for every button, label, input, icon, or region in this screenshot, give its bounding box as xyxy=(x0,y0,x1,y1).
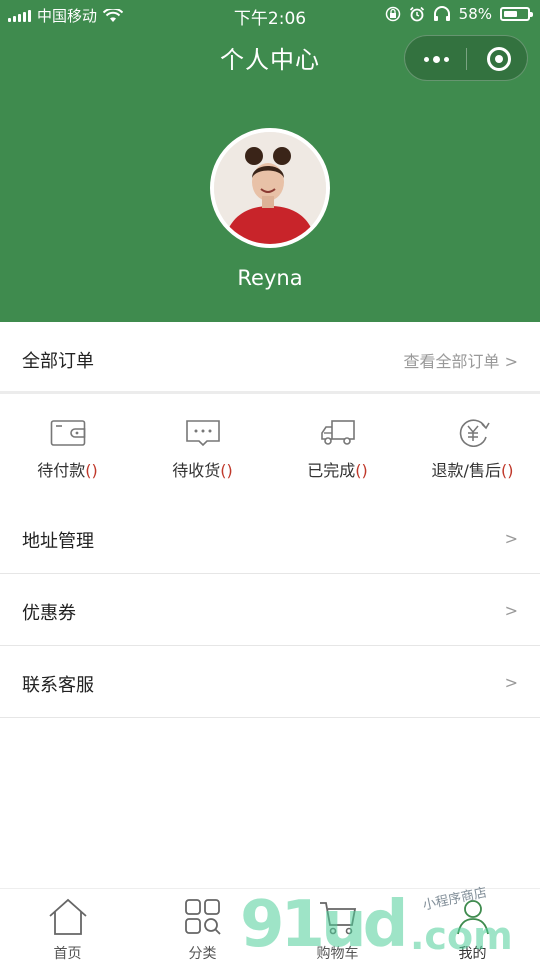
profile-header: 中国移动 下午2:06 58% 个人中心 Reyna xyxy=(0,0,540,322)
order-status-label: 退款/售后 xyxy=(431,461,501,480)
tab-category[interactable]: 分类 xyxy=(135,889,270,962)
order-status-count: () xyxy=(85,461,98,480)
battery-icon xyxy=(500,7,533,21)
order-status-refund[interactable]: 退款/售后() xyxy=(405,397,540,501)
order-status-bar: 待付款() 待收货() 已完成() 退款/售后() xyxy=(0,397,540,501)
order-status-count: () xyxy=(500,461,514,480)
avatar[interactable] xyxy=(210,128,330,248)
order-status-label: 待收货 xyxy=(172,461,221,480)
cart-icon xyxy=(319,902,356,935)
customer-service-row[interactable]: 联系客服 > xyxy=(0,646,540,718)
battery-fill xyxy=(504,11,517,17)
address-management-row[interactable]: 地址管理 > xyxy=(0,502,540,574)
order-status-awaiting-receipt[interactable]: 待收货() xyxy=(135,397,270,501)
tab-home[interactable]: 首页 xyxy=(0,889,135,962)
headphones-icon xyxy=(433,6,450,21)
tab-cart[interactable]: 购物车 xyxy=(270,889,405,962)
tab-label: 我的 xyxy=(458,946,487,962)
user-name: Reyna xyxy=(237,266,303,290)
coupons-row[interactable]: 优惠券 > xyxy=(0,574,540,646)
truck-icon xyxy=(320,420,355,445)
more-options-icon[interactable] xyxy=(418,49,454,69)
tab-label: 购物车 xyxy=(316,946,359,962)
close-mini-program-icon[interactable] xyxy=(487,47,511,71)
battery-percent: 58% xyxy=(458,5,492,23)
bottom-tab-bar: 首页 分类 购物车 我的 xyxy=(0,888,540,962)
category-icon xyxy=(184,899,221,935)
all-orders-row[interactable]: 全部订单 查看全部订单 > xyxy=(0,322,540,394)
capsule-divider xyxy=(466,48,467,70)
menu-item-label: 联系客服 xyxy=(22,675,94,696)
order-status-completed[interactable]: 已完成() xyxy=(270,397,405,501)
order-status-pending-payment[interactable]: 待付款() xyxy=(0,397,135,501)
tab-label: 分类 xyxy=(188,946,217,962)
orientation-lock-icon xyxy=(385,6,400,22)
chevron-right-icon: > xyxy=(504,529,518,548)
home-icon xyxy=(48,898,87,935)
tab-mine[interactable]: 我的 xyxy=(405,889,540,962)
order-status-count: () xyxy=(355,461,368,480)
avatar-image xyxy=(214,132,326,244)
yen-refund-icon xyxy=(459,419,490,447)
wallet-icon xyxy=(50,420,85,446)
chevron-right-icon: > xyxy=(504,601,518,620)
mini-program-capsule xyxy=(404,35,528,81)
alarm-icon xyxy=(409,6,424,22)
user-icon xyxy=(456,900,489,935)
tab-label: 首页 xyxy=(53,946,82,962)
view-all-orders-link[interactable]: 查看全部订单 > xyxy=(404,348,519,372)
status-bar: 中国移动 下午2:06 58% xyxy=(0,0,540,30)
chevron-right-icon: > xyxy=(504,673,518,692)
all-orders-label: 全部订单 xyxy=(22,351,94,372)
order-status-label: 待付款 xyxy=(37,461,86,480)
menu-item-label: 地址管理 xyxy=(22,531,94,552)
order-status-count: () xyxy=(220,461,233,480)
order-status-label: 已完成 xyxy=(307,461,356,480)
menu-item-label: 优惠券 xyxy=(22,603,76,624)
message-box-icon xyxy=(185,420,220,447)
